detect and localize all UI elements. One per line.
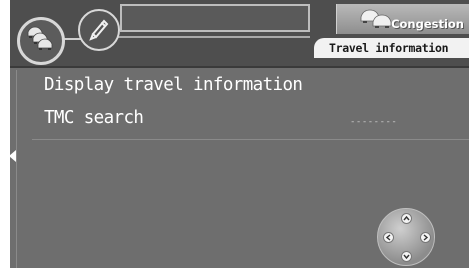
left-arrow-icon[interactable] (10, 150, 16, 162)
congestion-label: Congestion (391, 17, 464, 31)
nav-screen: Congestion Travel information Display tr… (0, 0, 475, 268)
menu-item-tmc-search[interactable]: TMC search (44, 108, 144, 128)
congestion-tab[interactable]: Congestion (336, 4, 469, 34)
joystick-up-icon[interactable] (401, 213, 412, 224)
pencil-icon (85, 14, 113, 46)
joystick-left-icon[interactable] (383, 232, 394, 243)
traffic-button[interactable] (17, 17, 65, 65)
menu-divider (32, 139, 469, 140)
title-underline (106, 36, 310, 38)
travel-information-tab[interactable]: Travel information (314, 38, 469, 58)
main-panel: Congestion Travel information Display tr… (10, 0, 469, 268)
title-field (120, 4, 310, 32)
traffic-cars-icon (25, 23, 57, 59)
joystick-right-icon[interactable] (420, 232, 431, 243)
edit-button[interactable] (78, 9, 120, 51)
joystick-icon[interactable] (377, 208, 435, 266)
tmc-search-value: -------- (350, 117, 398, 127)
left-edge-line (16, 70, 17, 268)
travel-information-label: Travel information (329, 41, 449, 55)
joystick-down-icon[interactable] (401, 251, 412, 262)
menu-item-display-travel-information[interactable]: Display travel information (44, 75, 303, 95)
top-bar: Congestion Travel information (10, 0, 469, 68)
